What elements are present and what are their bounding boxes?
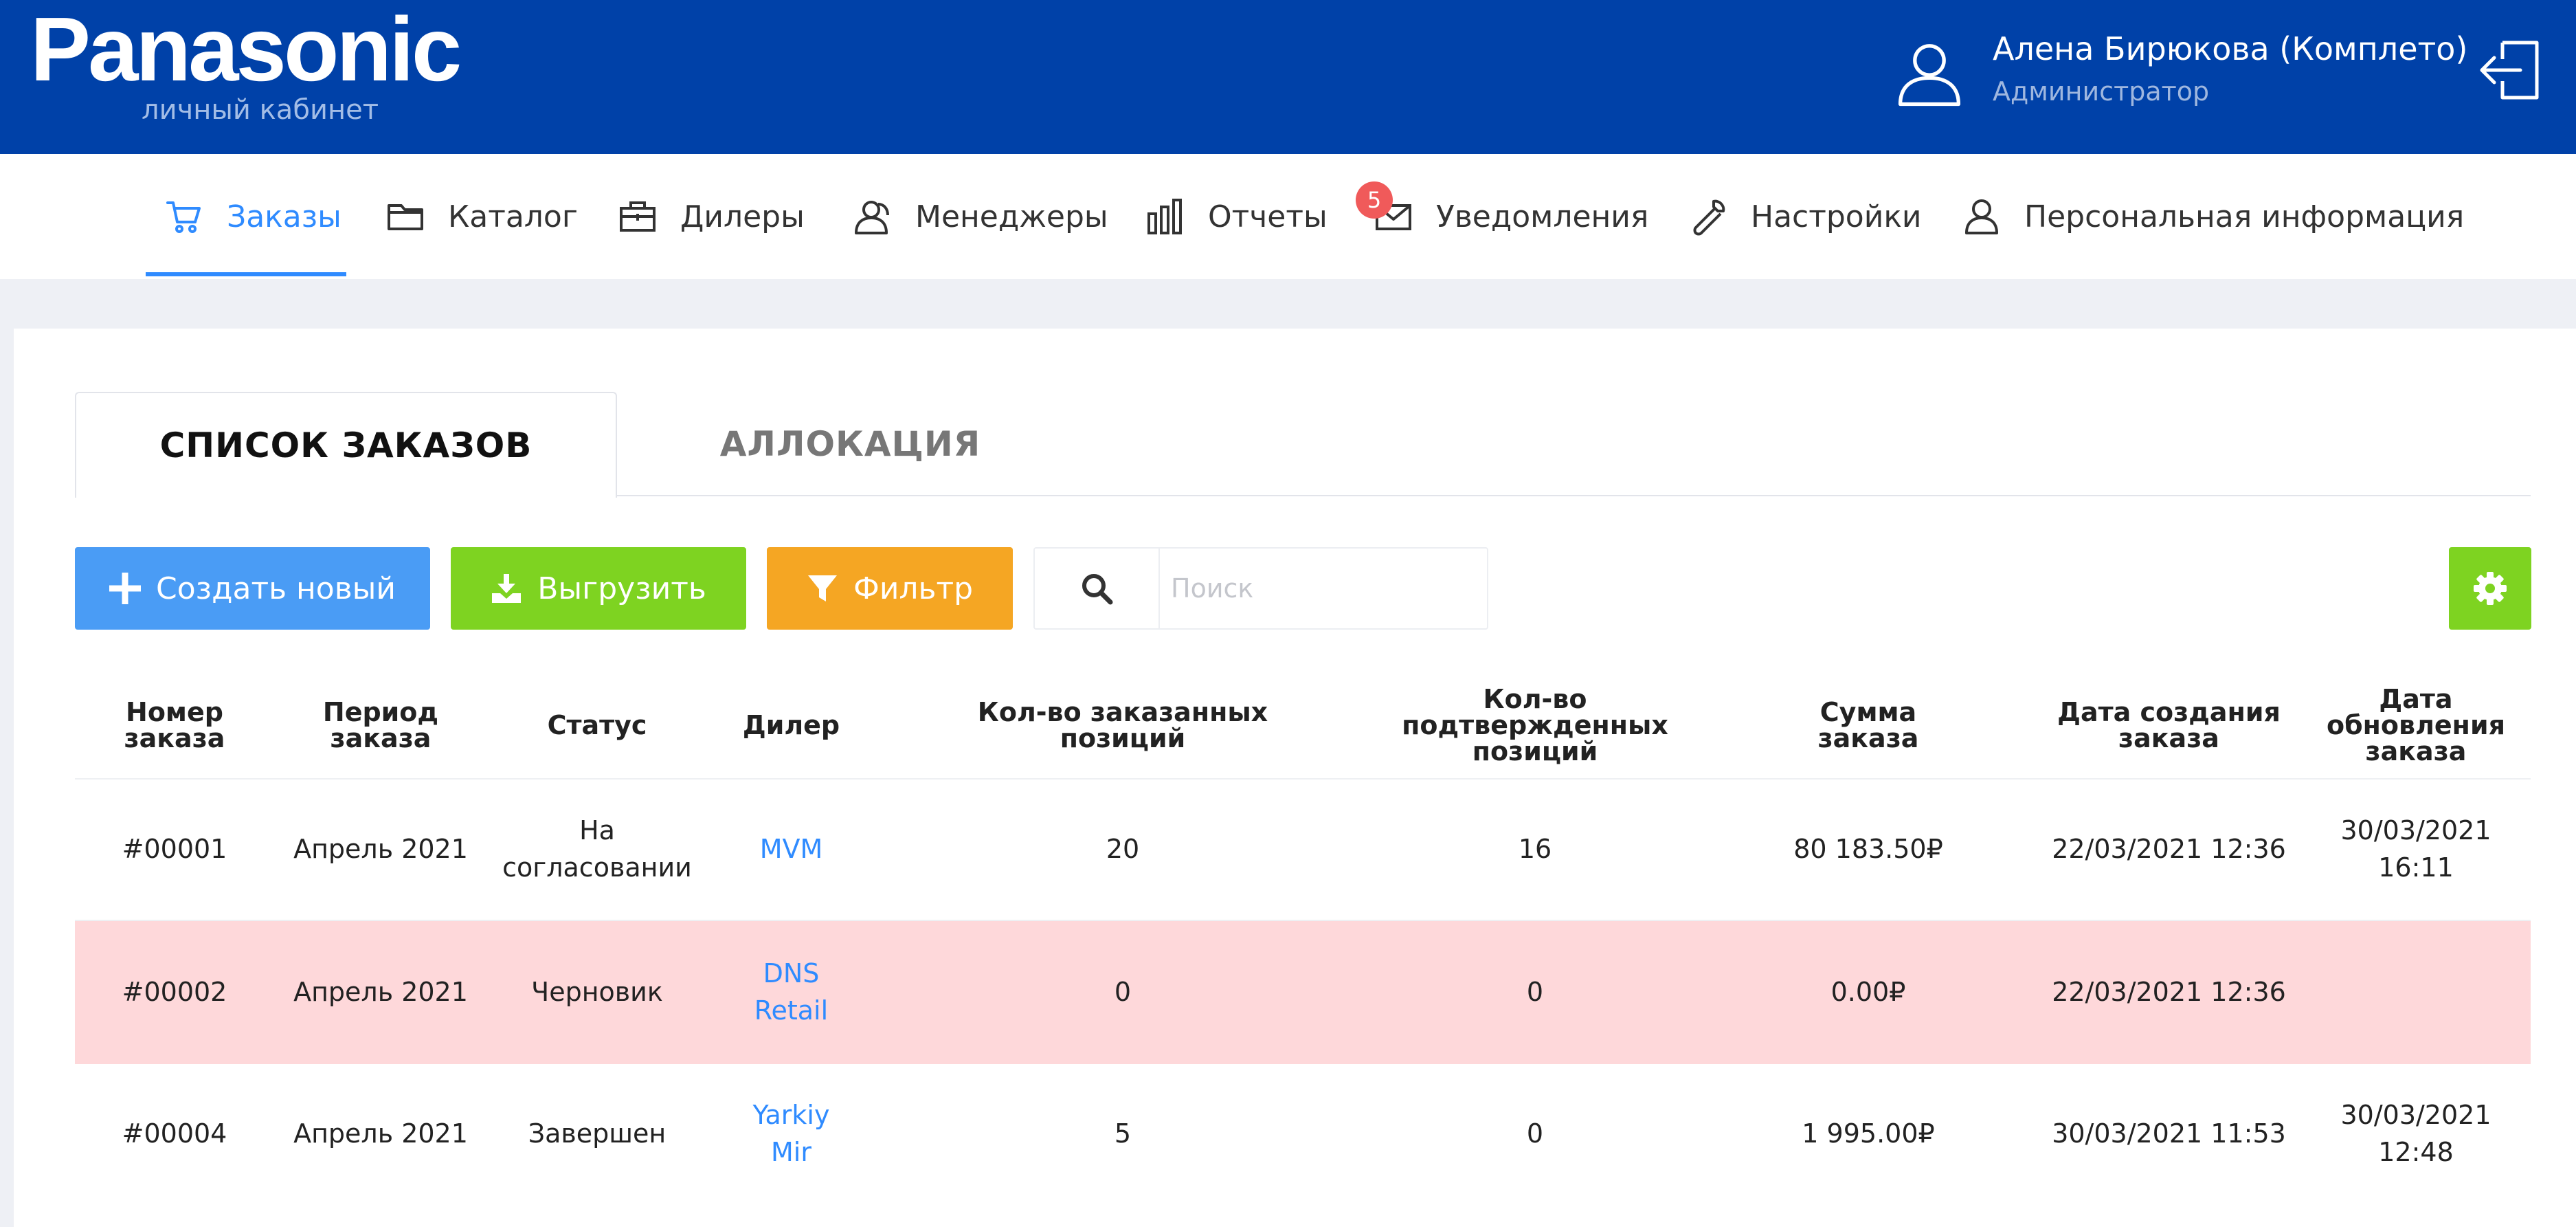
logout-icon[interactable] [2476, 36, 2545, 104]
cell-status: На согласовании [502, 815, 692, 883]
plus-icon [109, 573, 142, 604]
cell-status: Черновик [531, 977, 663, 1007]
nav-label: Заказы [227, 199, 341, 234]
cell-updated [2301, 921, 2531, 1063]
search-input[interactable] [1163, 550, 1488, 627]
nav-label: Менеджеры [915, 199, 1108, 234]
table-row[interactable]: #00002 Апрель 2021 Черновик DNS Retail 0… [75, 921, 2531, 1064]
filter-button[interactable]: Фильтр [767, 547, 1013, 630]
search-button[interactable] [1035, 549, 1160, 628]
nav-item-catalog[interactable]: Каталог [386, 154, 578, 279]
nav-item-orders[interactable]: Заказы [165, 154, 341, 279]
managers-icon [855, 201, 889, 234]
cell-number: #00002 [122, 977, 227, 1007]
col-header-sum[interactable]: Сумма заказа [1700, 672, 2037, 778]
cell-dealer-link[interactable]: Yarkiy Mir [707, 1063, 875, 1204]
nav-label: Персональная информация [2024, 199, 2465, 234]
brand-logo: Panasonic [30, 0, 462, 100]
cell-sum: 80 183.50₽ [1793, 834, 1943, 864]
user-avatar-icon [1898, 44, 1961, 107]
cell-created: 30/03/2021 11:53 [2052, 1118, 2286, 1149]
cell-created: 22/03/2021 12:36 [2052, 977, 2286, 1007]
col-header-period[interactable]: Период заказа [274, 672, 487, 778]
nav-item-managers[interactable]: Менеджеры [853, 154, 1108, 279]
create-new-label: Создать новый [156, 571, 396, 606]
cell-updated: 30/03/2021 12:48 [2340, 1100, 2491, 1167]
tab-allocation[interactable]: АЛЛОКАЦИЯ [687, 392, 1013, 496]
cell-ordered: 20 [1106, 834, 1140, 864]
nav-label: Настройки [1751, 199, 1922, 234]
nav-item-settings[interactable]: Настройки [1689, 154, 1922, 279]
cell-period: Апрель 2021 [293, 1118, 468, 1149]
user-role: Администратор [1993, 76, 2210, 107]
cell-period: Апрель 2021 [293, 977, 468, 1007]
cell-confirmed: 16 [1518, 834, 1552, 864]
cell-updated: 30/03/2021 16:11 [2340, 815, 2491, 883]
cell-dealer-link[interactable]: MVM [707, 778, 875, 920]
export-button[interactable]: Выгрузить [451, 547, 746, 630]
cell-ordered: 5 [1114, 1118, 1132, 1149]
top-header: Panasonic личный кабинет Алена Бирюкова … [0, 0, 2576, 154]
cell-number: #00004 [122, 1118, 227, 1149]
brand-subtitle: личный кабинет [142, 94, 379, 126]
cart-icon [166, 201, 201, 233]
nav-label: Дилеры [680, 199, 805, 234]
col-header-status[interactable]: Статус [487, 672, 707, 778]
search-icon [1082, 574, 1113, 605]
col-header-dealer[interactable]: Дилер [707, 672, 875, 778]
briefcase-icon [620, 201, 656, 232]
bar-chart-icon [1147, 199, 1182, 234]
notifications-badge: 5 [1356, 181, 1393, 219]
filter-label: Фильтр [853, 571, 974, 606]
cell-number: #00001 [122, 834, 227, 864]
tab-orders-list[interactable]: СПИСОК ЗАКАЗОВ [75, 392, 617, 498]
nav-label: Отчеты [1208, 199, 1328, 234]
cell-confirmed: 0 [1526, 1118, 1544, 1149]
table-row[interactable]: #00004 Апрель 2021 Завершен Yarkiy Mir 5… [75, 1063, 2531, 1204]
nav-item-reports[interactable]: Отчеты [1146, 154, 1328, 279]
search-box [1033, 547, 1488, 630]
nav-item-notifications[interactable]: Уведомления [1374, 154, 1648, 279]
nav-label: Уведомления [1436, 199, 1649, 234]
col-header-created[interactable]: Дата создания заказа [2037, 672, 2301, 778]
cell-sum: 0.00₽ [1830, 977, 1906, 1007]
col-header-updated[interactable]: Дата обновления заказа [2301, 672, 2531, 778]
nav-label: Каталог [448, 199, 578, 234]
table-settings-button[interactable] [2449, 547, 2531, 630]
nav-item-personal-info[interactable]: Персональная информация [1962, 154, 2464, 279]
nav-item-dealers[interactable]: Дилеры [618, 154, 805, 279]
col-header-confirmed[interactable]: Кол-во подтвержденных позиций [1370, 672, 1700, 778]
orders-table-header: Номер заказа Период заказа Статус Дилер … [75, 672, 2531, 780]
person-icon [1965, 199, 1998, 234]
folder-icon [388, 204, 423, 230]
wrench-icon [1693, 199, 1725, 236]
create-new-button[interactable]: Создать новый [75, 547, 430, 630]
gear-icon [2474, 572, 2507, 605]
cell-sum: 1 995.00₽ [1802, 1118, 1935, 1149]
filter-icon [807, 575, 837, 601]
cell-period: Апрель 2021 [293, 834, 468, 864]
main-nav: Заказы Каталог Дилеры Менеджеры Отчеты У… [0, 154, 2576, 279]
cell-dealer-link[interactable]: DNS Retail [707, 921, 875, 1063]
cell-confirmed: 0 [1526, 977, 1544, 1007]
download-icon [492, 574, 522, 603]
table-row[interactable]: #00001 Апрель 2021 На согласовании MVM 2… [75, 778, 2531, 921]
cell-created: 22/03/2021 12:36 [2052, 834, 2286, 864]
export-label: Выгрузить [537, 571, 706, 606]
cell-status: Завершен [528, 1118, 667, 1149]
active-nav-indicator [146, 272, 346, 276]
user-name: Алена Бирюкова (Комплето) [1993, 30, 2468, 67]
col-header-number[interactable]: Номер заказа [75, 672, 274, 778]
cell-ordered: 0 [1114, 977, 1132, 1007]
col-header-ordered[interactable]: Кол-во заказанных позиций [875, 672, 1370, 778]
